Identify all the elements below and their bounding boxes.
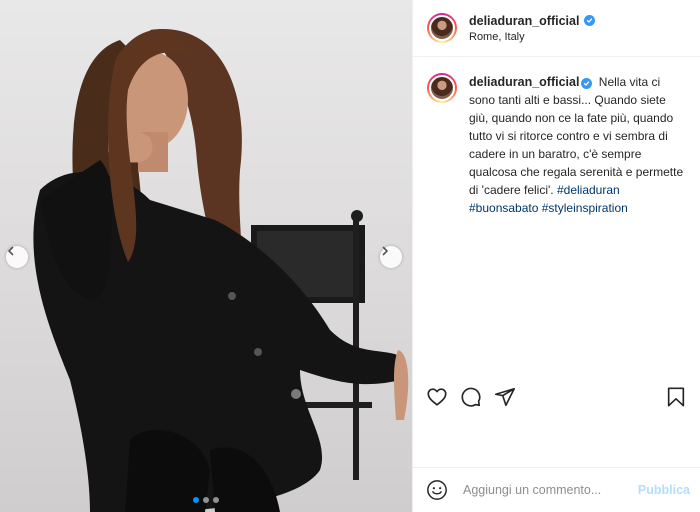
carousel-dot xyxy=(213,497,219,503)
header-text: deliaduran_official Rome, Italy xyxy=(469,14,596,43)
caption-body: deliaduran_official Nella vita ci sono t… xyxy=(469,73,686,217)
share-button[interactable] xyxy=(493,385,517,409)
carousel-dot xyxy=(193,497,199,503)
post-header: deliaduran_official Rome, Italy xyxy=(413,0,700,57)
comment-bar: Pubblica xyxy=(413,467,700,512)
hashtag-link[interactable]: #buonsabato xyxy=(469,201,538,215)
publish-button[interactable]: Pubblica xyxy=(638,483,690,497)
chevron-left-icon xyxy=(8,246,14,256)
carousel-dot xyxy=(203,497,209,503)
caption-username-link[interactable]: deliaduran_official xyxy=(469,75,579,89)
like-button[interactable] xyxy=(425,385,449,409)
instagram-post: deliaduran_official Rome, Italy deliadur… xyxy=(0,0,700,512)
caption: deliaduran_official Nella vita ci sono t… xyxy=(413,57,700,217)
hashtag-link[interactable]: #deliaduran xyxy=(557,183,620,197)
username-link[interactable]: deliaduran_official xyxy=(469,14,579,28)
comment-button[interactable] xyxy=(459,385,483,409)
comment-icon xyxy=(461,387,481,407)
hashtag-link[interactable]: #styleinspiration xyxy=(542,201,628,215)
caption-text: Nella vita ci sono tanti alti e bassi...… xyxy=(469,75,684,197)
verified-badge-icon xyxy=(584,15,596,26)
carousel-prev-button[interactable] xyxy=(6,246,28,268)
verified-badge-icon xyxy=(581,78,593,89)
share-icon xyxy=(495,387,515,407)
avatar[interactable] xyxy=(427,13,457,43)
location-link[interactable]: Rome, Italy xyxy=(469,31,595,43)
post-sidebar: deliaduran_official Rome, Italy deliadur… xyxy=(412,0,700,512)
save-button[interactable] xyxy=(664,385,688,409)
avatar-image xyxy=(429,15,455,41)
user-row: deliaduran_official xyxy=(469,14,596,28)
action-bar xyxy=(413,383,700,411)
chevron-right-icon xyxy=(382,246,388,256)
heart-icon xyxy=(427,388,447,406)
comment-input[interactable] xyxy=(461,482,638,498)
carousel-indicator xyxy=(193,497,219,503)
photo-illustration xyxy=(33,29,409,512)
caption-avatar[interactable] xyxy=(427,73,457,103)
post-photo[interactable] xyxy=(0,0,412,512)
emoji-icon xyxy=(427,480,447,500)
bookmark-icon xyxy=(667,387,685,407)
emoji-button[interactable] xyxy=(425,478,449,502)
avatar-image xyxy=(429,75,455,101)
carousel-next-button[interactable] xyxy=(380,246,402,268)
